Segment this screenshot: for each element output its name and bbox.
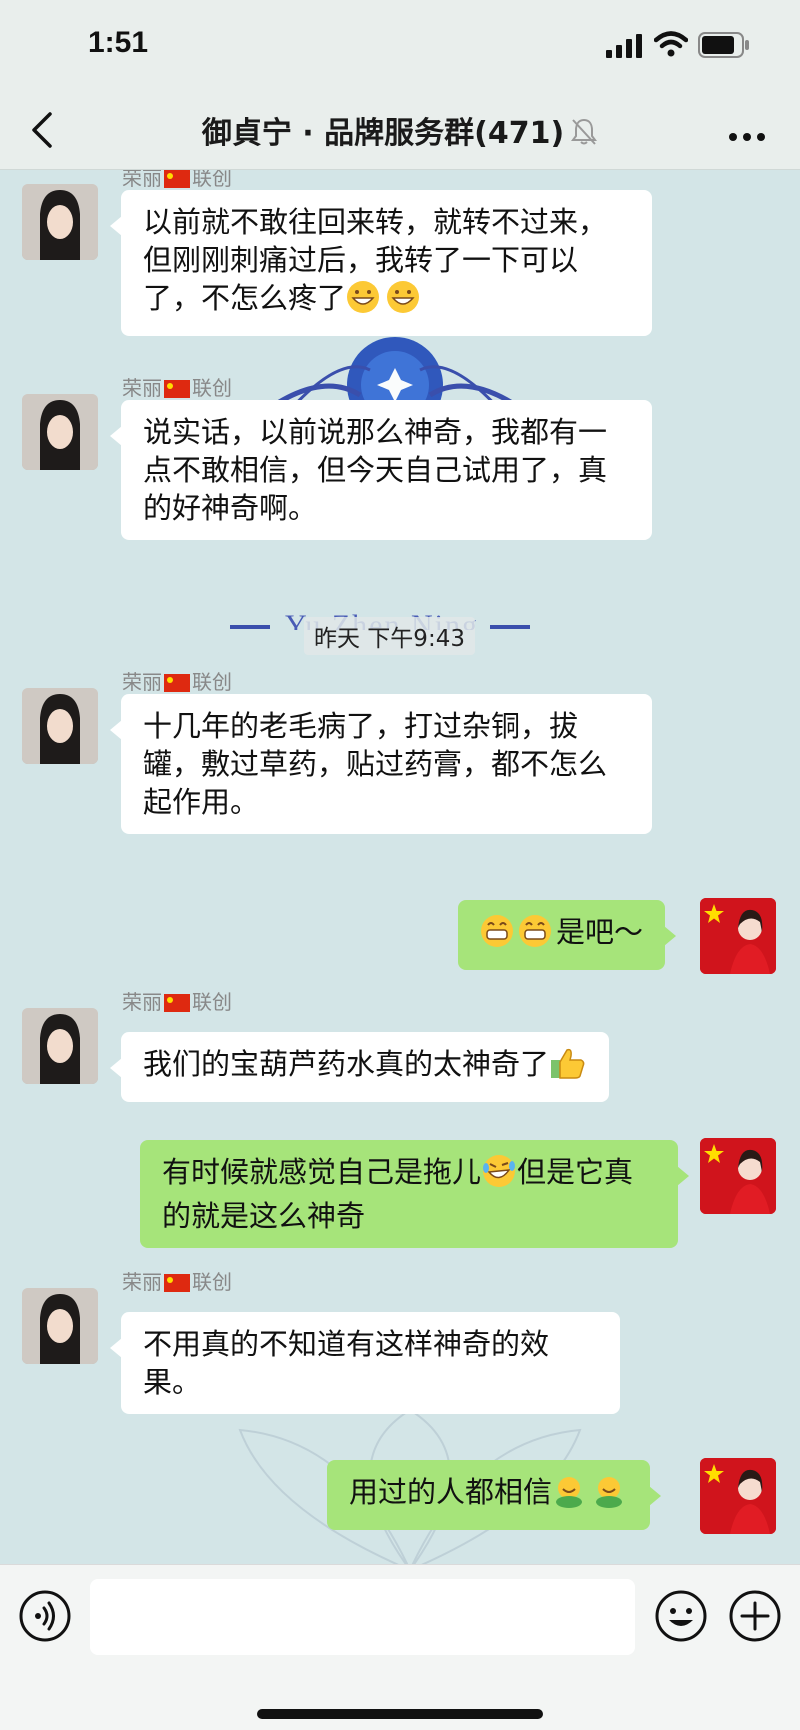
avatar[interactable] <box>22 688 98 764</box>
avatar[interactable] <box>700 898 776 974</box>
emoji-icon[interactable] <box>654 1589 708 1647</box>
status-bar: 1:51 <box>0 0 800 90</box>
avatar[interactable] <box>700 1458 776 1534</box>
hug-emoji-icon <box>552 1474 628 1517</box>
status-time: 1:51 <box>88 26 149 59</box>
message-bubble[interactable]: 以前就不敢往回来转，就转不过来，但刚刚刺痛过后，我转了一下可以了，不怎么疼了 <box>110 190 652 336</box>
sender-name: 荣丽 联创 <box>122 170 232 190</box>
avatar[interactable] <box>22 394 98 470</box>
message-bubble[interactable]: 用过的人都相信 <box>327 1460 662 1530</box>
thumbs-up-icon <box>549 1046 587 1089</box>
avatar[interactable] <box>700 1138 776 1214</box>
grin-emoji-icon <box>346 280 426 323</box>
wifi-icon <box>653 30 689 62</box>
chat-area[interactable]: Yu Zhen Ning 荣丽联创 以前就不敢往回来转，就转不过来，但刚刚刺痛过… <box>0 170 800 1564</box>
nav-bar: 御貞宁 · 品牌服务群(471) <box>0 90 800 170</box>
more-icon[interactable] <box>728 127 768 146</box>
message-bubble[interactable]: 是吧～ <box>458 900 677 970</box>
timestamp: 昨天 下午9:43 <box>304 617 475 655</box>
input-bar <box>0 1564 800 1730</box>
message-input[interactable] <box>90 1579 635 1655</box>
signal-icon <box>606 34 644 62</box>
sender-name: 荣丽 联创 <box>122 990 232 1014</box>
avatar[interactable] <box>22 184 98 260</box>
sender-name: 荣丽 联创 <box>122 376 232 400</box>
message-bubble[interactable]: 我们的宝葫芦药水真的太神奇了 <box>109 1032 610 1102</box>
message-bubble[interactable]: 有时候就感觉自己是拖儿 但是它真的就是这么神奇 <box>140 1140 689 1248</box>
bell-off-icon <box>570 116 598 154</box>
home-indicator[interactable] <box>257 1709 543 1719</box>
grin-emoji-icon <box>480 914 556 957</box>
avatar[interactable] <box>22 1288 98 1364</box>
sender-name: 荣丽 联创 <box>122 670 232 694</box>
chat-title: 御貞宁 · 品牌服务群(471) <box>201 116 565 151</box>
avatar[interactable] <box>22 1008 98 1084</box>
plus-icon[interactable] <box>728 1589 782 1647</box>
sender-name: 荣丽 联创 <box>122 1270 232 1294</box>
battery-icon <box>698 32 750 62</box>
chat-title-wrapper: 御貞宁 · 品牌服务群(471) <box>0 108 800 154</box>
message-bubble[interactable]: 说实话，以前说那么神奇，我都有一点不敢相信，但今天自己试用了，真的好神奇啊。 <box>110 400 652 540</box>
message-bubble[interactable]: 不用真的不知道有这样神奇的效果。 <box>110 1312 620 1414</box>
voice-icon[interactable] <box>18 1589 72 1647</box>
rofl-emoji-icon <box>481 1154 517 1197</box>
message-bubble[interactable]: 十几年的老毛病了，打过杂铜，拔罐，敷过草药，贴过药膏，都不怎么起作用。 <box>110 694 652 834</box>
